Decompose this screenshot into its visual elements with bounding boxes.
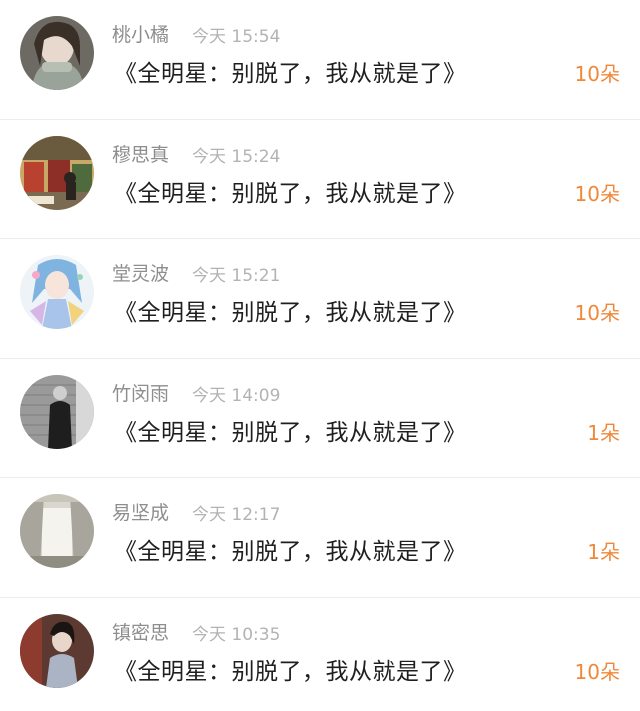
gift-title: 《全明星：别脱了，我从就是了》 — [114, 180, 467, 207]
timestamp: 今天 10:35 — [192, 624, 281, 645]
flower-count: 10朵 — [574, 62, 620, 86]
gift-title: 《全明星：别脱了，我从就是了》 — [114, 658, 467, 685]
flower-count: 1朵 — [587, 540, 620, 564]
timestamp: 今天 14:09 — [192, 385, 281, 406]
avatar-anime-girl-icon[interactable] — [20, 255, 94, 329]
avatar-shop-street-icon[interactable] — [20, 135, 94, 210]
avatar-window-curtain-icon[interactable] — [20, 494, 94, 568]
gift-title: 《全明星：别脱了，我从就是了》 — [114, 539, 467, 565]
flower-count: 1朵 — [587, 420, 620, 445]
user-name[interactable]: 镇密思 — [112, 618, 169, 645]
avatar-woman-portrait-icon[interactable] — [20, 613, 94, 688]
gift-record-list: 桃小橘 今天 15:54 《全明星：别脱了，我从就是了》 10朵 穆思真 今天 … — [0, 0, 640, 711]
list-item[interactable]: 镇密思 今天 10:35 《全明星：别脱了，我从就是了》 10朵 — [0, 598, 640, 711]
user-name[interactable]: 竹闵雨 — [112, 379, 169, 406]
user-name[interactable]: 堂灵波 — [112, 259, 169, 286]
timestamp: 今天 12:17 — [192, 505, 281, 525]
avatar-girl-scarf-icon[interactable] — [20, 16, 94, 90]
gift-title: 《全明星：别脱了，我从就是了》 — [114, 300, 467, 326]
timestamp: 今天 15:54 — [192, 27, 281, 47]
avatar-man-brick-wall-icon[interactable] — [20, 374, 94, 449]
timestamp: 今天 15:21 — [192, 266, 281, 286]
list-item[interactable]: 竹闵雨 今天 14:09 《全明星：别脱了，我从就是了》 1朵 — [0, 359, 640, 478]
list-item[interactable]: 桃小橘 今天 15:54 《全明星：别脱了，我从就是了》 10朵 — [0, 0, 640, 120]
user-name[interactable]: 桃小橘 — [112, 20, 169, 47]
user-name[interactable]: 穆思真 — [112, 140, 169, 167]
list-item[interactable]: 堂灵波 今天 15:21 《全明星：别脱了，我从就是了》 10朵 — [0, 239, 640, 359]
list-item[interactable]: 易坚成 今天 12:17 《全明星：别脱了，我从就是了》 1朵 — [0, 478, 640, 598]
flower-count: 10朵 — [574, 301, 620, 325]
timestamp: 今天 15:24 — [192, 146, 281, 167]
list-item[interactable]: 穆思真 今天 15:24 《全明星：别脱了，我从就是了》 10朵 — [0, 120, 640, 239]
flower-count: 10朵 — [574, 181, 620, 206]
gift-title: 《全明星：别脱了，我从就是了》 — [114, 419, 467, 446]
gift-title: 《全明星：别脱了，我从就是了》 — [114, 61, 467, 87]
flower-count: 10朵 — [574, 659, 620, 684]
user-name[interactable]: 易坚成 — [112, 498, 169, 525]
